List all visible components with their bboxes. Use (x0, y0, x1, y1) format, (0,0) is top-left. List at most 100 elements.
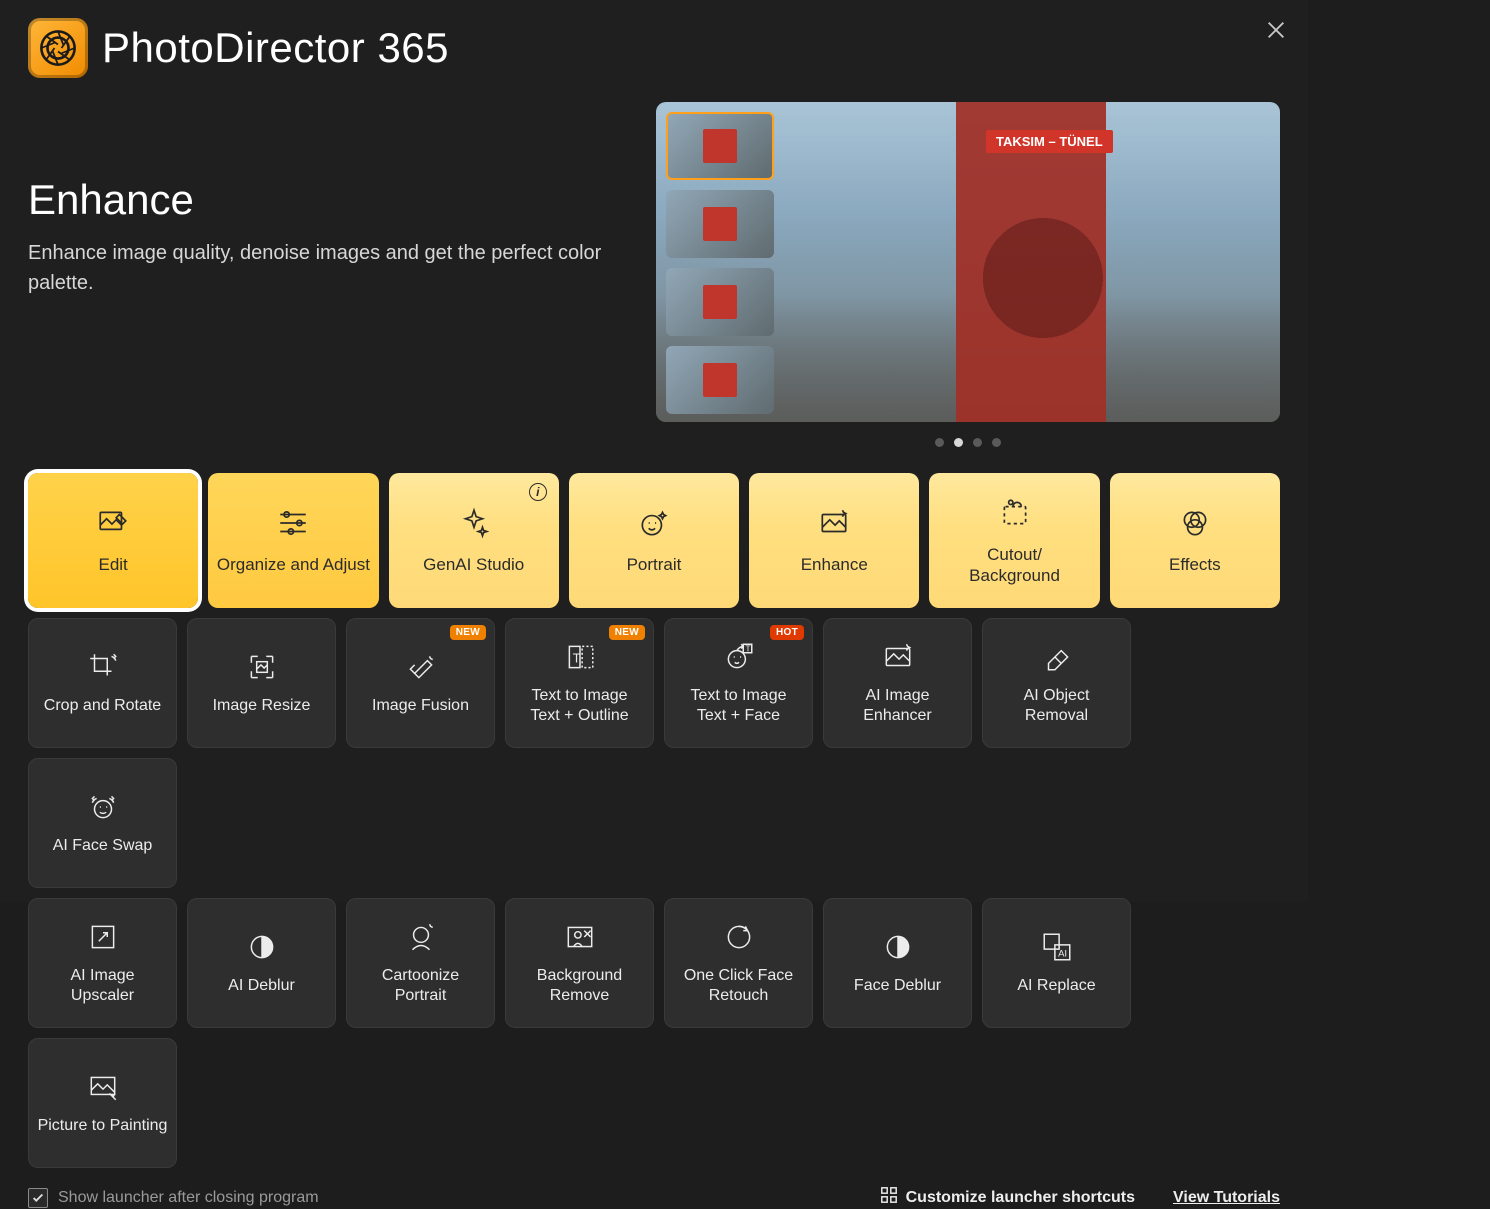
new-badge: NEW (609, 625, 645, 640)
close-button[interactable] (1260, 14, 1292, 46)
tool-ai-enhancer[interactable]: AI Image Enhancer (823, 618, 972, 748)
fusion-icon (404, 650, 438, 684)
tool-label: AI Image Enhancer (824, 686, 971, 726)
upscale-icon (86, 920, 120, 954)
tool-row-1: Crop and Rotate Image Resize NEW Image F… (28, 618, 1280, 888)
tool-label: AI Object Removal (983, 686, 1130, 726)
tool-t2i-face[interactable]: HOT T Text to Image Text + Face (664, 618, 813, 748)
variant-thumbnails (666, 112, 774, 414)
retouch-icon (722, 920, 756, 954)
carousel-dot-4[interactable] (992, 438, 1001, 447)
tool-crop-rotate[interactable]: Crop and Rotate (28, 618, 177, 748)
category-label: Effects (1163, 555, 1227, 575)
checkbox-label: Show launcher after closing program (58, 1189, 319, 1207)
image-edit-icon (96, 506, 130, 540)
category-edit[interactable]: Edit (28, 473, 198, 608)
variant-thumb-3[interactable] (666, 268, 774, 336)
text-face-icon: T (722, 640, 756, 674)
show-launcher-checkbox[interactable] (28, 1188, 48, 1208)
tool-image-resize[interactable]: Image Resize (187, 618, 336, 748)
tool-t2i-outline[interactable]: NEW T Text to Image Text + Outline (505, 618, 654, 748)
variant-thumb-4[interactable] (666, 346, 774, 414)
info-icon[interactable]: i (529, 483, 547, 501)
resize-icon (245, 650, 279, 684)
app-logo (28, 18, 88, 78)
tool-label: Picture to Painting (30, 1116, 176, 1136)
launcher-window: PhotoDirector 365 Enhance Enhance image … (0, 0, 1308, 902)
carousel-dot-3[interactable] (973, 438, 982, 447)
tool-ai-upscaler[interactable]: AI Image Upscaler (28, 898, 177, 1028)
hero-section: Enhance Enhance image quality, denoise i… (28, 102, 1280, 451)
tutorials-label: View Tutorials (1173, 1189, 1280, 1207)
tool-label: AI Deblur (220, 976, 303, 996)
preview-image[interactable]: TAKSIM – TÜNEL (656, 102, 1280, 422)
new-badge: NEW (450, 625, 486, 640)
tool-one-click-retouch[interactable]: One Click Face Retouch (664, 898, 813, 1028)
close-icon (1265, 19, 1287, 41)
tool-label: Text to Image Text + Face (682, 686, 794, 726)
tool-bg-remove[interactable]: Background Remove (505, 898, 654, 1028)
painting-icon (86, 1070, 120, 1104)
svg-text:AI: AI (1058, 949, 1067, 960)
carousel-dots (935, 438, 1001, 447)
aperture-icon (37, 27, 79, 69)
category-label: Portrait (621, 555, 688, 575)
category-cutout[interactable]: Cutout/ Background (929, 473, 1099, 608)
category-portrait[interactable]: Portrait (569, 473, 739, 608)
svg-text:T: T (572, 650, 580, 665)
tool-ai-deblur[interactable]: AI Deblur (187, 898, 336, 1028)
tool-ai-face-swap[interactable]: AI Face Swap (28, 758, 177, 888)
tool-ai-object-removal[interactable]: AI Object Removal (982, 618, 1131, 748)
eraser-icon (1040, 640, 1074, 674)
brand-row: PhotoDirector 365 (28, 18, 1280, 78)
hero-title: Enhance (28, 176, 626, 224)
category-label: Organize and Adjust (211, 555, 376, 575)
carousel-dot-2[interactable] (954, 438, 963, 447)
face-sparkle-icon (637, 506, 671, 540)
tool-picture-to-painting[interactable]: Picture to Painting (28, 1038, 177, 1168)
tool-label: Cartoonize Portrait (347, 966, 494, 1006)
enhance-icon (817, 506, 851, 540)
tool-cartoonize[interactable]: Cartoonize Portrait (346, 898, 495, 1028)
sparkles-icon (457, 506, 491, 540)
category-label: GenAI Studio (417, 555, 530, 575)
tool-label: Text to Image Text + Outline (522, 686, 636, 726)
hero-subtitle: Enhance image quality, denoise images an… (28, 238, 626, 298)
tool-label: AI Face Swap (45, 836, 161, 856)
hot-badge: HOT (770, 625, 804, 640)
tool-label: Crop and Rotate (36, 696, 169, 716)
tool-label: AI Image Upscaler (29, 966, 176, 1006)
image-sparkle-icon (881, 640, 915, 674)
tool-label: One Click Face Retouch (665, 966, 812, 1006)
tool-label: Image Resize (205, 696, 319, 716)
variant-thumb-1[interactable] (666, 112, 774, 180)
tool-label: Background Remove (506, 966, 653, 1006)
hero-text: Enhance Enhance image quality, denoise i… (28, 102, 656, 451)
cartoon-face-icon (404, 920, 438, 954)
bg-remove-icon (563, 920, 597, 954)
tool-face-deblur[interactable]: Face Deblur (823, 898, 972, 1028)
tool-image-fusion[interactable]: NEW Image Fusion (346, 618, 495, 748)
deblur-icon (245, 930, 279, 964)
crop-rotate-icon (86, 650, 120, 684)
tool-ai-replace[interactable]: AI AI Replace (982, 898, 1131, 1028)
category-effects[interactable]: Effects (1110, 473, 1280, 608)
category-label: Enhance (795, 555, 874, 575)
svg-text:T: T (745, 644, 750, 654)
venn-icon (1178, 506, 1212, 540)
category-label: Cutout/ Background (963, 545, 1066, 586)
view-tutorials-link[interactable]: View Tutorials (1173, 1189, 1280, 1207)
category-enhance[interactable]: Enhance (749, 473, 919, 608)
check-icon (31, 1191, 45, 1205)
footer-bar: Show launcher after closing program Cust… (28, 1186, 1280, 1209)
variant-thumb-2[interactable] (666, 190, 774, 258)
grid-icon (880, 1186, 898, 1204)
ai-replace-icon: AI (1040, 930, 1074, 964)
customize-shortcuts-link[interactable]: Customize launcher shortcuts (880, 1186, 1135, 1209)
category-genai[interactable]: i GenAI Studio (389, 473, 559, 608)
tool-row-2: AI Image Upscaler AI Deblur Cartoonize P… (28, 898, 1280, 1168)
carousel-dot-1[interactable] (935, 438, 944, 447)
category-organize[interactable]: Organize and Adjust (208, 473, 378, 608)
cutout-icon (998, 496, 1032, 530)
app-title: PhotoDirector 365 (102, 24, 449, 72)
